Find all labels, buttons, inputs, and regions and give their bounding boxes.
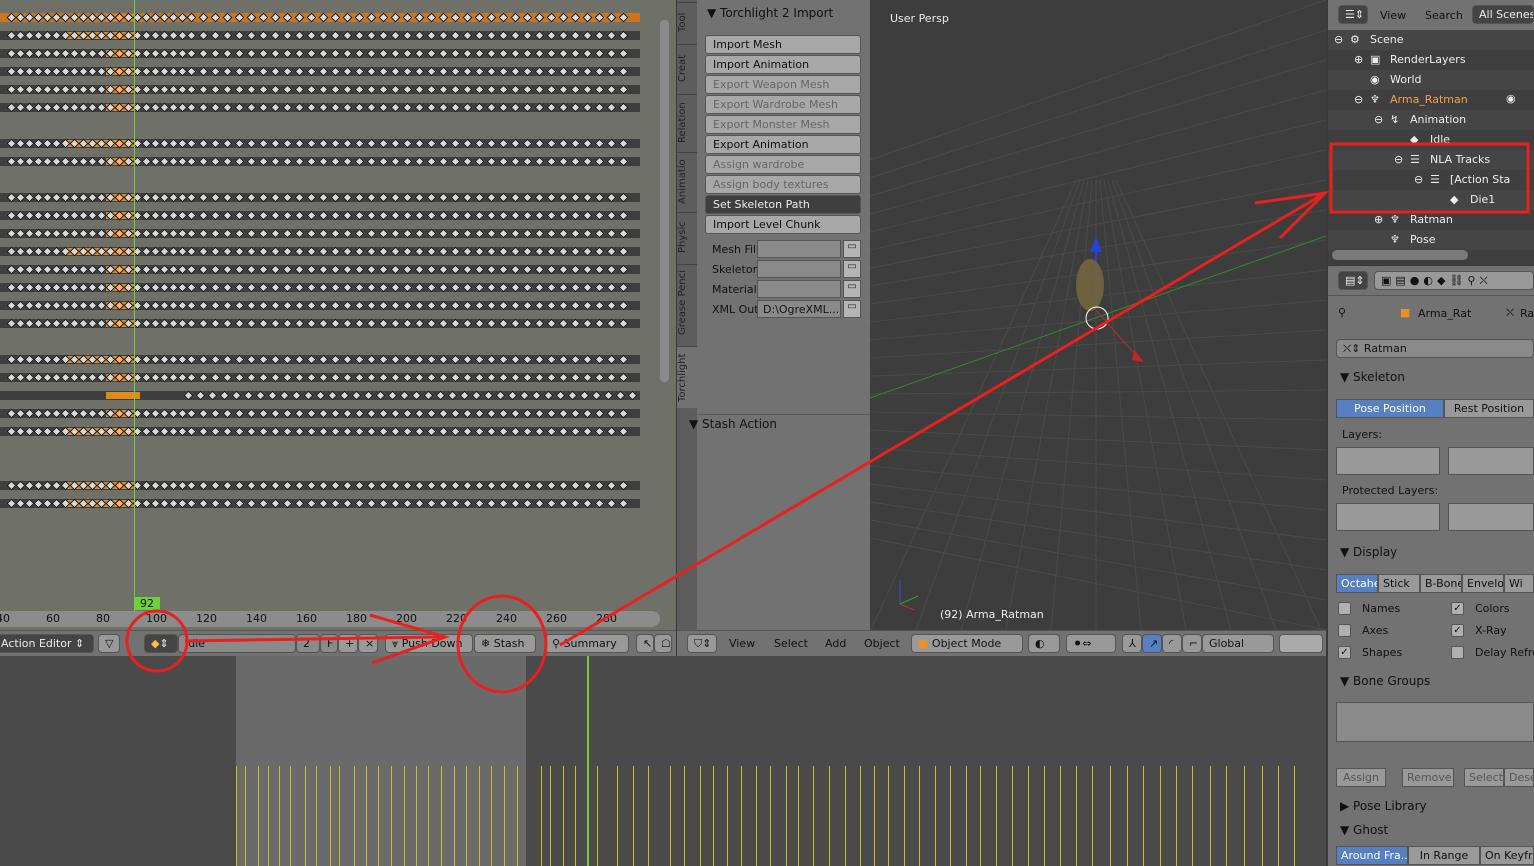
annotation-circle-stash xyxy=(456,594,548,694)
path-field[interactable]: D:\OgreXML... xyxy=(757,300,841,318)
torchlight-button[interactable]: Import Animation xyxy=(705,55,861,74)
torchlight-button[interactable]: Export Wardrobe Mesh xyxy=(705,95,861,114)
torchlight-button[interactable]: Export Animation xyxy=(705,135,861,154)
torchlight-button[interactable]: Set Skeleton Path xyxy=(705,195,861,214)
field-label: XML Out xyxy=(712,303,759,316)
torchlight-button[interactable]: Assign wardrobe textures xyxy=(705,155,861,184)
field-label: Skeleton xyxy=(712,263,760,276)
torchlight-button[interactable]: Import Level Chunk xyxy=(705,215,861,234)
annotation-arrow-1 xyxy=(184,635,441,643)
field-label: Material xyxy=(712,283,757,296)
folder-icon[interactable]: ▭ xyxy=(843,240,861,258)
folder-icon[interactable]: ▭ xyxy=(843,260,861,278)
field-label: Mesh Fil xyxy=(712,243,757,256)
torchlight-button[interactable]: Assign body textures xyxy=(705,175,861,194)
torchlight-button[interactable]: Export Weapon Mesh xyxy=(705,75,861,94)
path-field[interactable] xyxy=(757,260,841,278)
torchlight-button[interactable]: Export Monster Mesh xyxy=(705,115,861,134)
path-field[interactable] xyxy=(757,240,841,258)
annotation-box-nla xyxy=(1329,142,1530,214)
folder-icon[interactable]: ▭ xyxy=(843,300,861,318)
annotation-circle-action xyxy=(125,609,189,673)
path-field[interactable] xyxy=(757,280,841,298)
annotation-arrow-2 xyxy=(559,191,1326,647)
folder-icon[interactable]: ▭ xyxy=(843,280,861,298)
torchlight-button[interactable]: Import Mesh xyxy=(705,35,861,54)
